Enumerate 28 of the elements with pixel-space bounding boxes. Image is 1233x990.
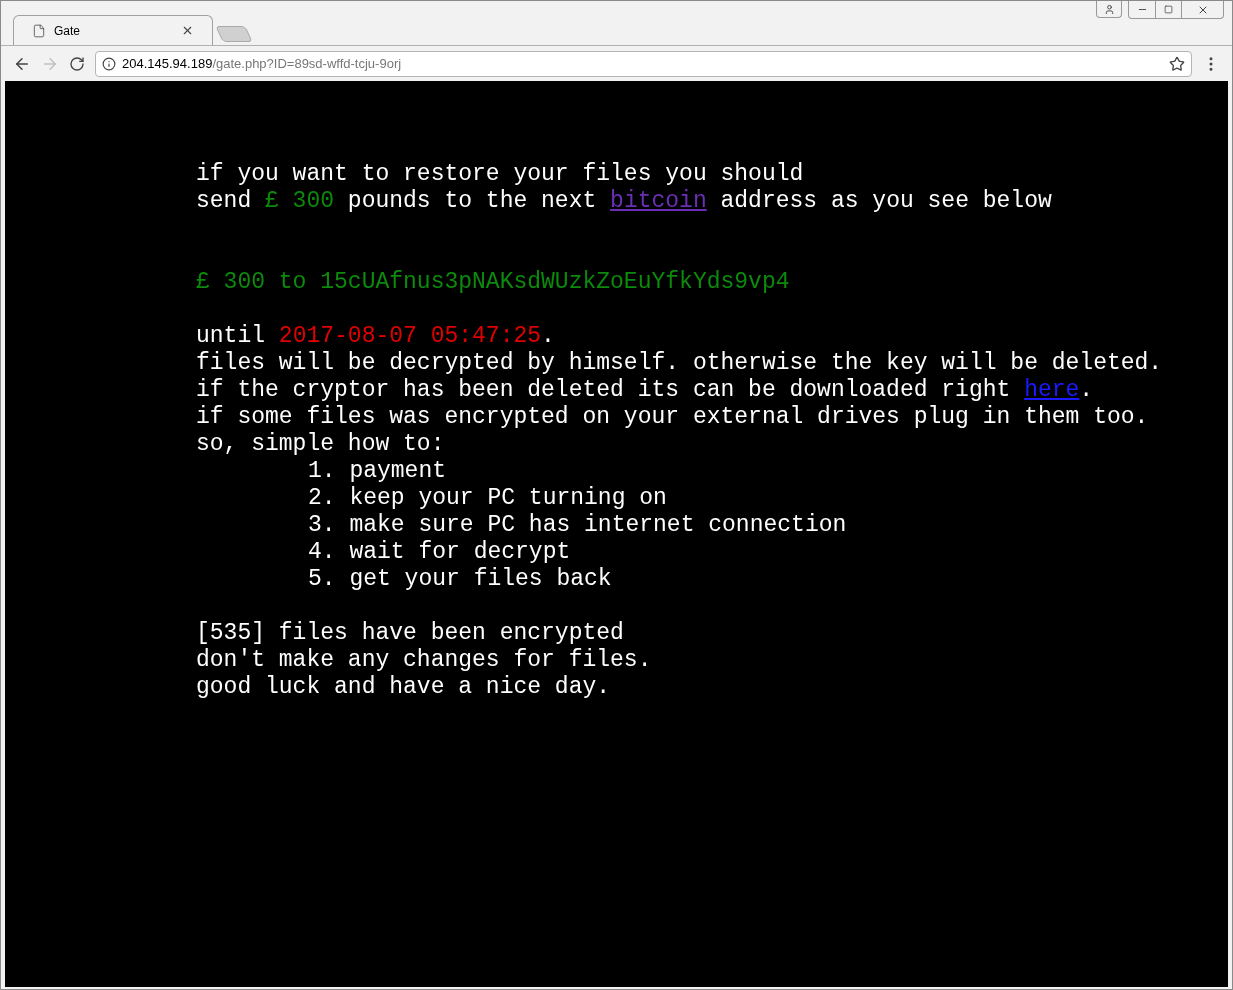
- note-line: send £ 300 pounds to the next bitcoin address as you see below: [196, 188, 1053, 215]
- note-line: don't make any changes for files.: [196, 647, 653, 674]
- step-item: 5. get your files back: [308, 566, 613, 593]
- note-line: if some files was encrypted on your external drives plug in them too.: [196, 404, 1150, 431]
- step-item: 1. payment: [308, 458, 448, 485]
- profile-button[interactable]: [1096, 1, 1122, 18]
- document-icon: [32, 23, 46, 38]
- note-line: until 2017-08-07 05:47:25.: [196, 323, 556, 350]
- step-item: 4. wait for decrypt: [308, 539, 572, 566]
- note-line: if you want to restore your files you should: [196, 161, 805, 188]
- address-bar[interactable]: 204.145.94.189/gate.php?ID=89sd-wffd-tcju-9orj: [95, 50, 1192, 77]
- tab-title: Gate: [54, 22, 81, 40]
- note-line: so, simple how to:: [196, 431, 446, 458]
- bookmark-star-icon[interactable]: [1169, 55, 1185, 72]
- payment-address: £ 300 to 15cUAfnus3pNAKsdWUzkZoEuYfkYds9vp4: [196, 269, 791, 296]
- step-item: 2. keep your PC turning on: [308, 485, 668, 512]
- person-icon: [1103, 3, 1115, 15]
- maximize-icon: [1164, 5, 1173, 14]
- step-item: 3. make sure PC has internet connection: [308, 512, 848, 539]
- note-line: files will be decrypted by himself. otherwise the key will be deleted.: [196, 350, 1164, 377]
- close-tab-icon[interactable]: [181, 24, 194, 37]
- url-text: 204.145.94.189/gate.php?ID=89sd-wffd-tcju-9orj: [122, 54, 403, 73]
- reload-button[interactable]: [69, 55, 85, 72]
- browser-tab[interactable]: Gate: [13, 15, 213, 45]
- note-line: [535] files have been encrypted: [196, 620, 625, 647]
- note-line: if the cryptor has been deleted its can be downloaded right here.: [196, 377, 1095, 404]
- info-icon[interactable]: [102, 56, 116, 71]
- note-line: good luck and have a nice day.: [196, 674, 612, 701]
